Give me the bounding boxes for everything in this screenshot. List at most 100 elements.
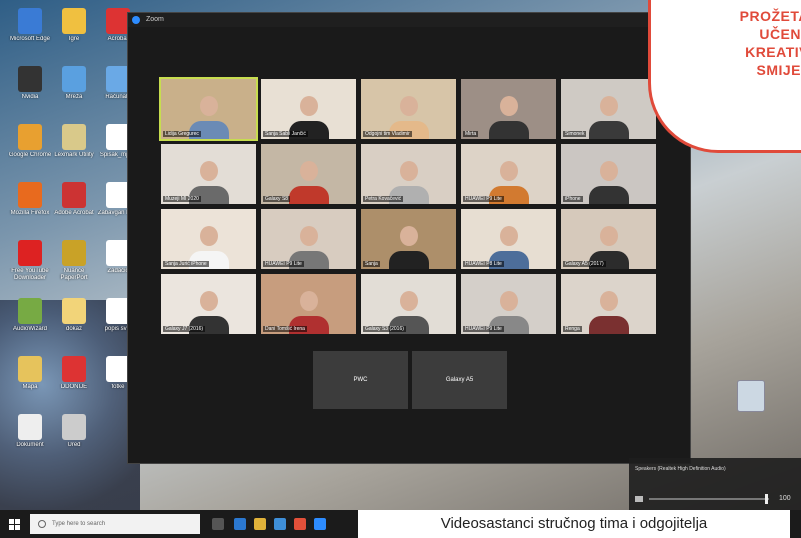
store-icon[interactable] [274, 518, 286, 530]
desktop-icon[interactable]: Adobe Acrobat [52, 182, 96, 224]
participant-name: Mirta [463, 131, 479, 137]
participant-name: Sanja Sabli Jančić [263, 131, 308, 137]
desktop-icon-label: Dokument [16, 442, 44, 448]
video-off-tile[interactable]: PWC [313, 351, 408, 409]
desktop-icon-label: Free YouTube Downloader [11, 268, 49, 281]
participant-face [399, 95, 418, 116]
participant-video-tile[interactable]: HUAWEI P9 Lite [461, 274, 556, 334]
recycle-bin-icon[interactable] [737, 380, 765, 412]
app-icon [62, 66, 86, 92]
desktop-icon[interactable]: Dokument [8, 414, 52, 456]
firefox-taskbar-icon[interactable] [294, 518, 306, 530]
participant-face [499, 160, 518, 181]
desktop-icon[interactable]: Microsoft Edge [8, 8, 52, 50]
video-off-name: Galaxy A5 [445, 377, 474, 383]
participant-video-tile[interactable]: Šimonek [561, 79, 656, 139]
zoom-window: Zoom Lidija Gregurec Sanja Sabli Jančić Od… [127, 12, 691, 464]
app-icon [62, 356, 86, 382]
participant-name: HUAWEI P8 Lite [463, 261, 504, 267]
desktop-icon-label: Microsoft Edge [9, 36, 51, 42]
participant-video-tile[interactable]: Muzeji MI 2020 [161, 144, 256, 204]
participant-name: Galaxy J7 (2016) [163, 326, 206, 332]
app-icon [18, 124, 42, 150]
desktop-icon[interactable]: Ured [52, 414, 96, 456]
volume-level: 100 [779, 495, 791, 502]
participant-name: Lidija Gregurec [163, 131, 201, 137]
speaker-icon [635, 496, 643, 502]
participant-face [499, 290, 518, 311]
desktop-icon-label: dokaz [65, 326, 82, 332]
zoom-title-bar[interactable]: Zoom [128, 13, 690, 27]
participant-face [599, 95, 618, 116]
participant-video-tile[interactable]: Renga [561, 274, 656, 334]
participant-video-tile[interactable]: iPhone [561, 144, 656, 204]
file-explorer-icon[interactable] [254, 518, 266, 530]
participant-face [499, 225, 518, 246]
app-icon [62, 182, 86, 208]
participant-video-tile[interactable]: HUAWEI P9 Lite [261, 209, 356, 269]
participant-video-tile[interactable]: HUAWEI P8 Lite [461, 209, 556, 269]
participant-video-tile[interactable]: Sanja [361, 209, 456, 269]
edge-taskbar-icon[interactable] [234, 518, 246, 530]
search-icon [38, 520, 46, 528]
desktop-icon-label: Ured [67, 442, 81, 448]
app-icon [62, 414, 86, 440]
desktop-icon-label: Adobe Acrobat [54, 210, 94, 216]
participant-face [599, 160, 618, 181]
participant-video-tile[interactable]: Dani Tomšić Irena [261, 274, 356, 334]
windows-start-icon[interactable] [9, 519, 20, 530]
participant-video-tile[interactable]: Galaxy A5 (2017) [561, 209, 656, 269]
desktop-icon[interactable]: AudioWizard [8, 298, 52, 340]
volume-slider[interactable] [649, 498, 769, 500]
video-off-name: PWC [353, 377, 368, 383]
video-off-tile[interactable]: Galaxy A5 [412, 351, 507, 409]
desktop-icon[interactable]: Igre [52, 8, 96, 50]
participant-video-tile[interactable]: Galaxy S8 [261, 144, 356, 204]
participant-video-tile[interactable]: Sanja Jurić iPhone [161, 209, 256, 269]
app-icon [18, 8, 42, 34]
search-placeholder: Type here to search [52, 521, 106, 527]
badge-line: SMIJE [756, 62, 801, 78]
desktop-icon[interactable]: Free YouTube Downloader [8, 240, 52, 282]
participant-body [288, 186, 329, 204]
participant-name: Galaxy A5 (2017) [563, 261, 606, 267]
participant-video-tile[interactable]: Sanja Sabli Jančić [261, 79, 356, 139]
desktop-icon-label: Igre [68, 36, 80, 42]
desktop-icon[interactable]: Mozilla Firefox [8, 182, 52, 224]
participant-face [199, 225, 218, 246]
desktop-icon[interactable]: DDONIJE [52, 356, 96, 398]
participant-name: HUAWEI P9 Lite [463, 326, 504, 332]
participant-video-tile[interactable]: Galaxy S3 (2016) [361, 274, 456, 334]
speaker-volume-panel: Speakers (Realtek High Definition Audio)… [629, 458, 801, 510]
desktop-icon[interactable]: Mreža [52, 66, 96, 108]
desktop-icon-label: Google Chrome [8, 152, 52, 158]
participant-face [399, 225, 418, 246]
task-view-icon[interactable] [212, 518, 224, 530]
desktop-icon[interactable]: Nuance PaperPort [52, 240, 96, 282]
desktop-icon[interactable]: Google Chrome [8, 124, 52, 166]
desktop-icon[interactable]: dokaz [52, 298, 96, 340]
participant-video-tile[interactable]: Odgojni tim Vladimir [361, 79, 456, 139]
desktop-icon[interactable]: Nvidia [8, 66, 52, 108]
participant-video-tile[interactable]: HUAWEI P9 Lite [461, 144, 556, 204]
app-icon [62, 298, 86, 324]
desktop-icon-label: Nvidia [21, 94, 39, 100]
participant-face [299, 225, 318, 246]
badge-line: UČEN [759, 26, 801, 42]
desktop-icon[interactable]: Mapa [8, 356, 52, 398]
volume-slider-thumb[interactable] [765, 494, 768, 504]
participant-face [199, 95, 218, 116]
participant-video-tile[interactable]: Galaxy J7 (2016) [161, 274, 256, 334]
desktop-icon[interactable]: Lexmark Utility [52, 124, 96, 166]
taskbar-search-input[interactable]: Type here to search [30, 514, 200, 534]
participant-face [599, 290, 618, 311]
participant-name: HUAWEI P9 Lite [263, 261, 304, 267]
participant-name: Galaxy S8 [263, 196, 291, 202]
zoom-taskbar-icon[interactable] [314, 518, 326, 530]
app-icon [18, 414, 42, 440]
participant-video-tile[interactable]: Mirta [461, 79, 556, 139]
participant-name: Šimonek [563, 131, 587, 137]
participant-video-tile[interactable]: Petra Kovačević [361, 144, 456, 204]
participant-face [299, 290, 318, 311]
participant-video-tile[interactable]: Lidija Gregurec [159, 77, 258, 141]
